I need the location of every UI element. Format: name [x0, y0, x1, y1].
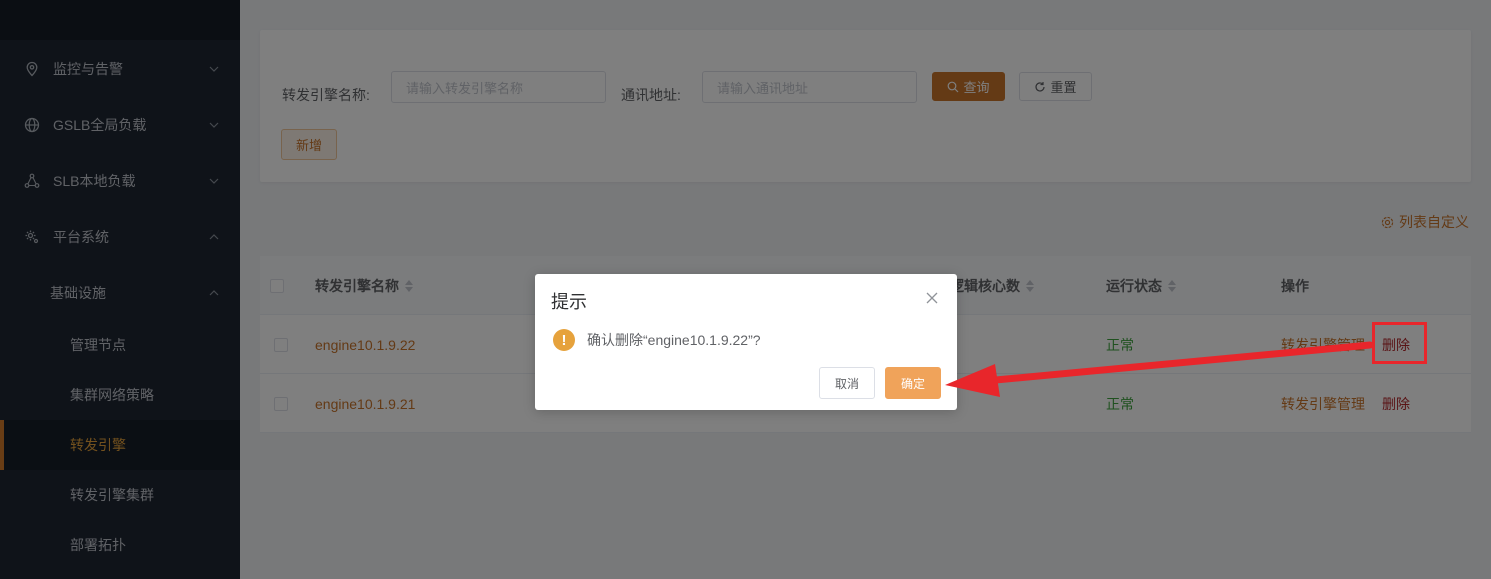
confirm-button[interactable]: 确定: [885, 367, 941, 399]
dialog-message: ! 确认删除“engine10.1.9.22”?: [553, 329, 761, 351]
warning-icon: !: [553, 329, 575, 351]
annotation-highlight-box: [1372, 322, 1427, 364]
dialog-message-text: 确认删除“engine10.1.9.22”?: [587, 332, 761, 348]
dialog-title: 提示: [551, 292, 587, 312]
close-icon[interactable]: [925, 291, 939, 305]
confirm-dialog: 提示 ! 确认删除“engine10.1.9.22”? 取消 确定: [535, 274, 957, 410]
cancel-button[interactable]: 取消: [819, 367, 875, 399]
